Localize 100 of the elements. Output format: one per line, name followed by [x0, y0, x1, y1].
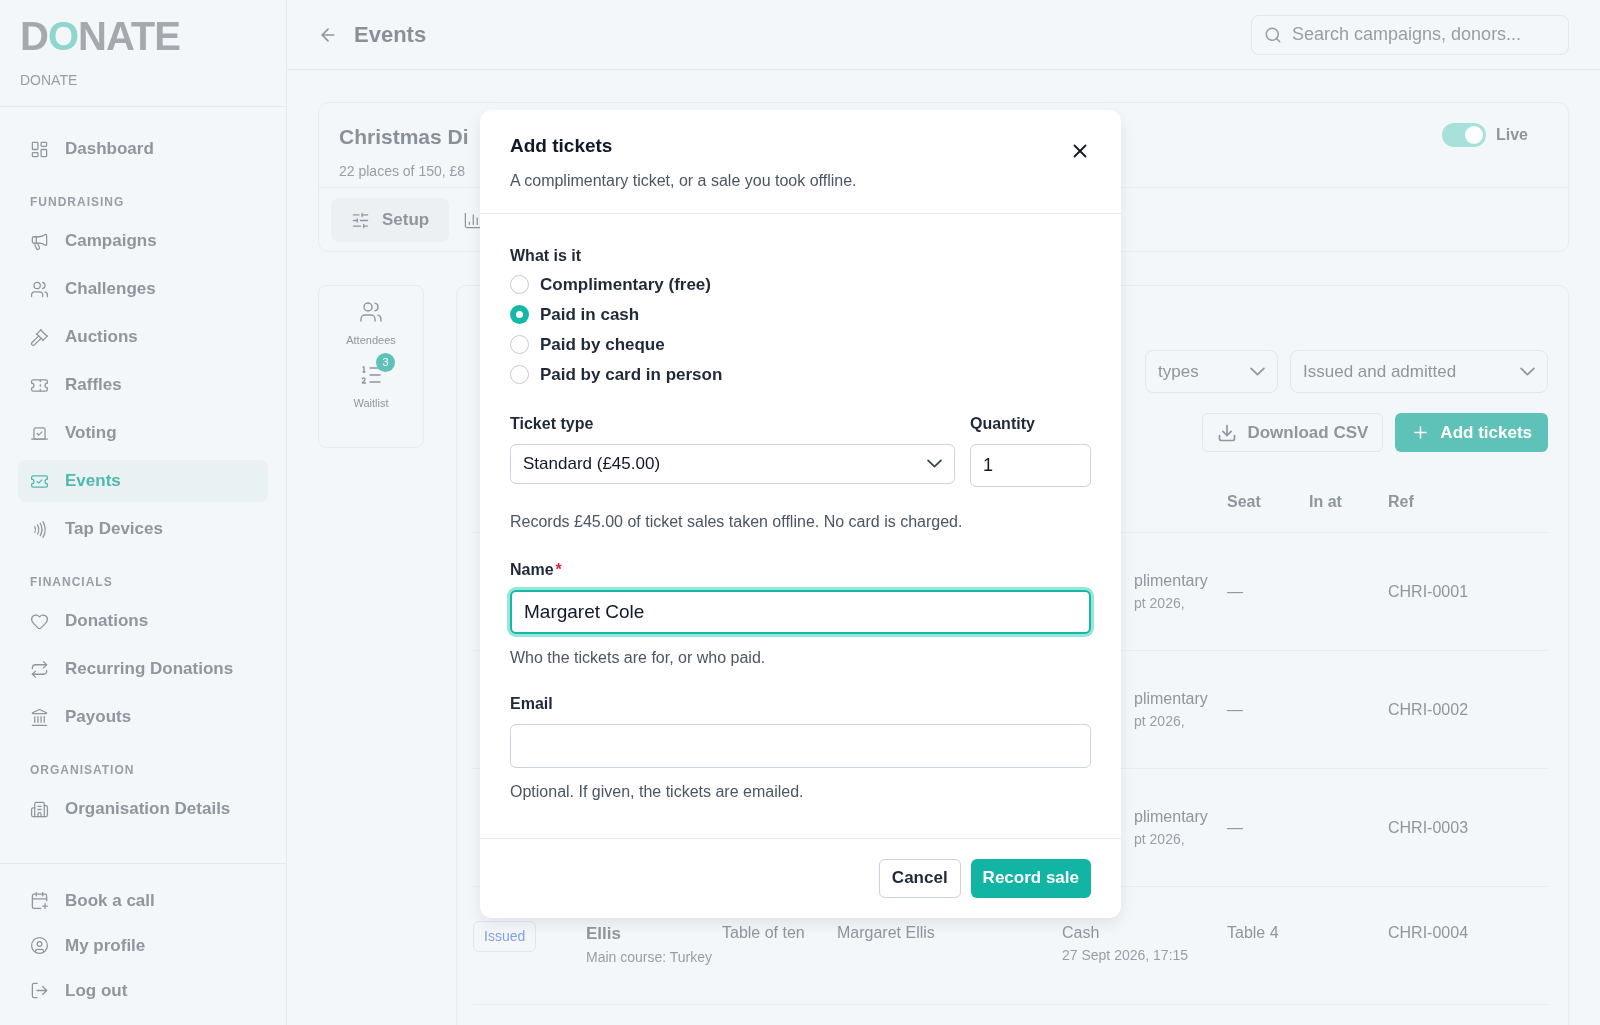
help-text: Optional. If given, the tickets are emailed.	[510, 781, 804, 802]
payment-date: pt 2026,	[1134, 712, 1185, 731]
building-icon	[30, 799, 49, 819]
calendar-plus-icon	[30, 891, 49, 910]
radio-label: Paid in cash	[540, 303, 640, 326]
seat-cell: —	[1227, 700, 1243, 718]
brand-logo: DONATE	[20, 16, 180, 56]
seat-cell: —	[1227, 818, 1243, 836]
radio-button[interactable]	[510, 305, 529, 324]
ticket-type-select[interactable]: Standard (£45.00)	[510, 443, 955, 484]
quantity-field[interactable]: 1	[970, 443, 1091, 487]
gavel-icon	[30, 327, 49, 347]
chevron-down-icon	[1520, 367, 1535, 376]
sidebar-item[interactable]: Campaigns	[18, 220, 268, 262]
help-text: Who the tickets are for, or who paid.	[510, 647, 766, 668]
megaphone-icon	[30, 231, 49, 251]
column-header: Seat	[1227, 492, 1261, 512]
ref-cell: CHRI-0004	[1388, 924, 1469, 941]
payment-cell-text: plimentary	[1134, 689, 1208, 709]
payment-date: 27 Sept 2026, 17:15	[1062, 946, 1189, 965]
seat-cell: —	[1227, 582, 1243, 600]
add-tickets-button[interactable]: Add tickets	[1395, 413, 1548, 452]
column-header: In at	[1309, 492, 1342, 512]
live-label: Live	[1496, 125, 1528, 145]
attendee-detail: Main course: Turkey	[586, 947, 714, 967]
column-header: Ref	[1388, 492, 1414, 512]
section-heading: FINANCIALS	[29, 574, 114, 591]
payment-cell-text: Cash	[1062, 923, 1100, 943]
input-field[interactable]	[510, 723, 1091, 768]
ref-cell: CHRI-0003	[1388, 818, 1469, 836]
sidebar-item[interactable]: Raffles	[18, 364, 268, 406]
chevron-down-icon	[1250, 367, 1265, 376]
users-icon[interactable]	[359, 300, 383, 324]
payment-date: pt 2026,	[1134, 594, 1185, 613]
payment-date: pt 2026,	[1134, 830, 1185, 849]
side-nav-label: Waitlist	[353, 395, 389, 411]
ref-cell: CHRI-0002	[1388, 700, 1469, 718]
repeat-icon	[30, 659, 49, 679]
sidebar-item[interactable]: Dashboard	[18, 128, 268, 170]
event-summary: 22 places of 150, £8	[339, 161, 467, 181]
sidebar-item[interactable]: Tap Devices	[18, 508, 268, 550]
sidebar-item[interactable]: Auctions	[18, 316, 268, 358]
radio-button[interactable]	[510, 335, 529, 354]
chevron-down-icon	[927, 459, 942, 468]
radio-label: Paid by cheque	[540, 333, 665, 356]
sidebar-item[interactable]: Events	[18, 460, 268, 502]
filter-dropdown[interactable]: types	[1145, 350, 1278, 393]
ref-cell: CHRI-0001	[1388, 582, 1469, 600]
dialog-subtitle: A complimentary ticket, or a sale you took offline.	[510, 170, 857, 191]
search-field[interactable]: Search campaigns, donors...	[1251, 14, 1569, 55]
field-label: Quantity	[970, 413, 1035, 434]
input-field[interactable]: Margaret Cole	[510, 589, 1091, 634]
status-badge: Issued	[473, 921, 537, 952]
bar-chart-icon[interactable]	[463, 210, 483, 230]
event-title: Christmas Di	[339, 124, 469, 150]
record-sale-button[interactable]: Record sale	[970, 858, 1091, 898]
brand-subtitle: DONATE	[20, 71, 78, 90]
sidebar-item[interactable]: My profile	[18, 923, 268, 968]
payment-cell-text: plimentary	[1134, 807, 1208, 827]
logout-icon	[30, 981, 49, 1000]
helper-text: Records £45.00 of ticket sales taken offline. No card is charged.	[510, 511, 964, 532]
radio-label: Complimentary (free)	[540, 273, 711, 296]
sidebar-item[interactable]: Donations	[18, 600, 268, 642]
heart-icon	[30, 611, 49, 631]
sidebar-item[interactable]: Challenges	[18, 268, 268, 310]
radio-button[interactable]	[510, 275, 529, 294]
sidebar-item[interactable]: Book a call	[18, 878, 268, 923]
sidebar-item[interactable]: Organisation Details	[18, 788, 268, 830]
count-badge: 3	[376, 352, 395, 372]
seat-cell: Table 4	[1227, 924, 1279, 941]
sidebar-item[interactable]: Voting	[18, 412, 268, 454]
dashboard-icon	[30, 139, 49, 159]
side-nav-label: Attendees	[346, 333, 396, 348]
buyer-cell: Margaret Ellis	[837, 924, 935, 941]
search-icon	[1264, 25, 1282, 44]
sliders-icon	[351, 210, 370, 230]
section-heading: FUNDRAISING	[29, 194, 126, 211]
ticket-cell: Table of ten	[722, 924, 805, 941]
radio-button[interactable]	[510, 365, 529, 384]
bank-icon	[30, 707, 49, 727]
field-label: What is it	[510, 245, 582, 266]
users-icon	[30, 279, 49, 299]
user-circle-icon	[30, 936, 49, 955]
sidebar-item[interactable]: Log out	[18, 968, 268, 1013]
page-title: Events	[354, 21, 427, 49]
field-label: Email	[510, 693, 553, 714]
live-toggle[interactable]	[1442, 123, 1486, 147]
setup-tab[interactable]: Setup	[331, 198, 450, 242]
field-label: Ticket type	[510, 413, 594, 434]
field-label: Name*	[510, 559, 562, 580]
sidebar-item[interactable]: Payouts	[18, 696, 268, 738]
payment-cell-text: plimentary	[1134, 571, 1208, 591]
cancel-button[interactable]: Cancel	[878, 858, 961, 898]
download-button[interactable]: Download CSV	[1202, 413, 1384, 452]
filter-dropdown[interactable]: Issued and admitted	[1290, 350, 1548, 393]
radio-label: Paid by card in person	[540, 363, 723, 386]
download-icon	[1217, 422, 1238, 443]
sidebar-item[interactable]: Recurring Donations	[18, 648, 268, 690]
attendee-name: Ellis	[586, 923, 621, 945]
dialog-title: Add tickets	[510, 134, 614, 158]
